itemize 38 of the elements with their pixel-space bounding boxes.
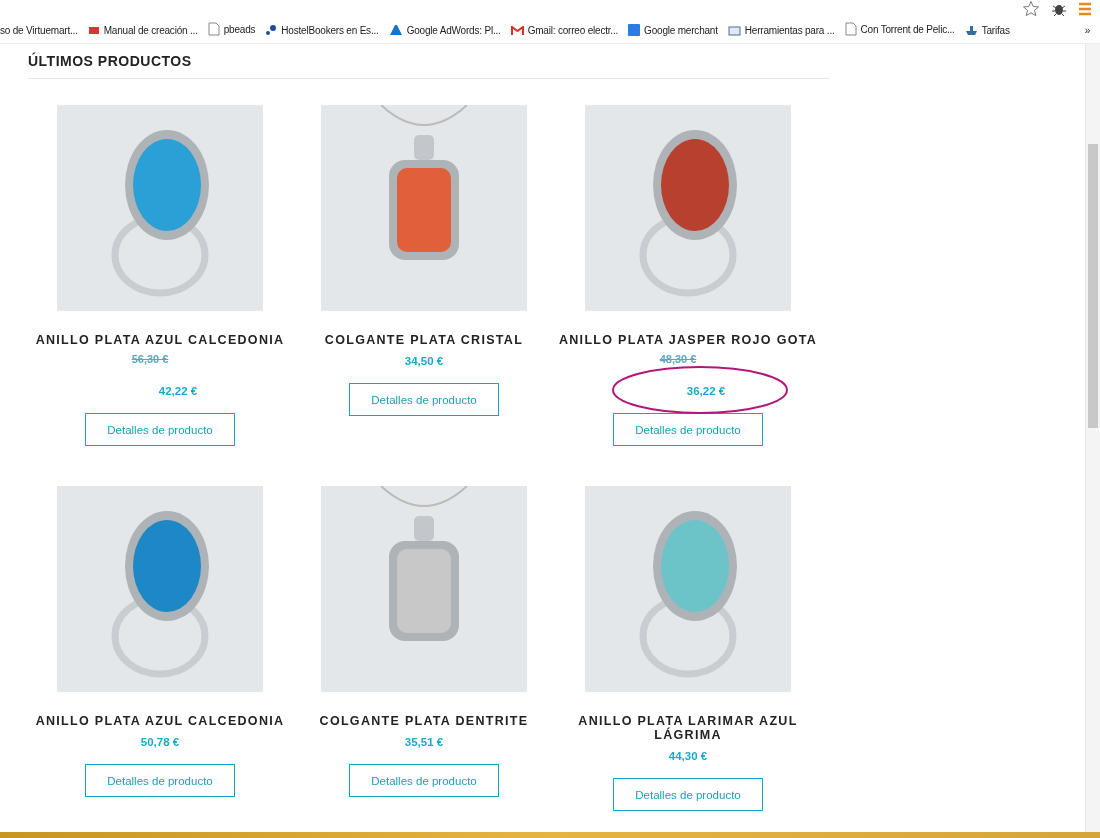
product-price: 35,51 € [404, 736, 444, 748]
bookmark-link[interactable]: Con Torrent de Pelic... [860, 23, 955, 35]
old-price: 48,30 € [659, 353, 697, 365]
old-price: 56,30 € [131, 353, 169, 365]
bookmark-link[interactable]: pbeads [223, 23, 256, 35]
bookmark-link[interactable]: so de Virtuemart... [0, 25, 78, 36]
ship-icon [964, 24, 978, 36]
product-name[interactable]: ANILLO PLATA LARIMAR AZUL LÁGRIMA [558, 714, 818, 742]
bookmark-icon [265, 24, 278, 36]
section-title: ÚLTIMOS PRODUCTOS [28, 53, 830, 79]
toolbox-icon [727, 24, 741, 36]
bookmarks-overflow[interactable]: » [1084, 25, 1090, 36]
bookmark-link[interactable]: Tarifas [981, 24, 1010, 36]
bookmark-link[interactable]: Google merchant [644, 24, 718, 36]
bookmark-icon [87, 24, 100, 36]
bookmark-link[interactable]: Google AdWords: Pl... [406, 24, 501, 36]
product-price: 44,30 € [668, 750, 708, 762]
product-name[interactable]: COLGANTE PLATA CRISTAL [294, 333, 554, 347]
bookmark-link[interactable]: Herramientas para ... [744, 24, 835, 36]
page-icon [207, 22, 220, 36]
bookmark-link[interactable]: HostelBookers en Es... [281, 24, 379, 36]
menu-icon[interactable] [1078, 2, 1092, 16]
scrollbar[interactable] [1085, 44, 1100, 832]
bookmark-link[interactable]: Manual de creación ... [103, 24, 198, 36]
product-name[interactable]: ANILLO PLATA AZUL CALCEDONIA [30, 714, 290, 728]
product-price: 42,22 € [158, 385, 198, 397]
bookmark-icon [628, 24, 641, 36]
product-name[interactable]: ANILLO PLATA AZUL CALCEDONIA [30, 333, 290, 347]
product-price: 34,50 € [404, 355, 444, 367]
bookmark-link[interactable]: Gmail: correo electr... [527, 25, 619, 36]
star-icon[interactable] [1022, 0, 1040, 18]
product-name[interactable]: ANILLO PLATA JASPER ROJO GOTA [558, 333, 818, 347]
bookmark-icon [388, 24, 403, 36]
product-price: 50,78 € [140, 736, 180, 748]
page-icon [844, 22, 857, 36]
product-price: 36,22 € [686, 385, 726, 397]
mail-icon [510, 25, 524, 36]
product-name[interactable]: COLGANTE PLATA DENTRITE [294, 714, 554, 728]
